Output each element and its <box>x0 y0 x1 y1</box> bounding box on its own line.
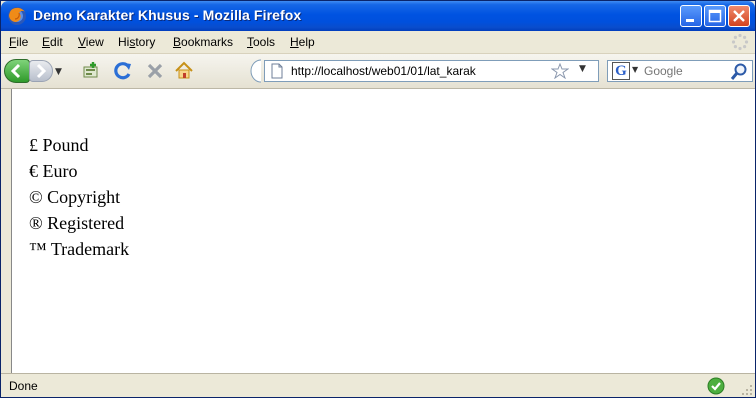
menu-view[interactable]: View <box>78 35 104 49</box>
status-bar: Done <box>1 373 755 397</box>
reload-icon[interactable] <box>112 60 134 82</box>
content-line-copyright: © Copyright <box>29 187 121 207</box>
search-box[interactable]: G ▼ <box>607 60 753 82</box>
menu-bookmarks[interactable]: Bookmarks <box>173 35 233 49</box>
minimize-button[interactable] <box>680 5 702 27</box>
address-bar-end <box>250 59 262 83</box>
page-icon <box>271 63 283 79</box>
close-icon <box>733 10 745 22</box>
home-icon[interactable] <box>173 60 195 82</box>
add-bookmark-icon[interactable] <box>80 60 102 82</box>
minimize-icon <box>686 19 694 22</box>
stop-icon[interactable] <box>144 60 166 82</box>
back-icon <box>10 63 21 79</box>
content-line-trademark: ™ Trademark <box>29 239 130 259</box>
url-dropdown[interactable]: ▼ <box>579 64 586 74</box>
back-button[interactable] <box>4 59 30 83</box>
navigation-toolbar: ▼ http://localhost/web01/01/lat_karak ▼ … <box>1 54 755 89</box>
search-input[interactable] <box>644 62 714 80</box>
content-line-registered: ® Registered <box>29 213 125 233</box>
maximize-icon <box>708 9 722 23</box>
content-line-pound: £ Pound <box>29 135 89 155</box>
google-icon[interactable]: G <box>612 62 630 80</box>
menu-bar: File Edit View History Bookmarks Tools H… <box>1 31 755 54</box>
status-text: Done <box>9 379 38 393</box>
content-line-euro: € Euro <box>29 161 78 181</box>
throbber-icon <box>731 33 749 51</box>
resize-grip-icon[interactable] <box>741 384 753 396</box>
engine-dropdown[interactable]: ▼ <box>632 65 638 74</box>
page-content: £ Pound € Euro © Copyright ® Registered … <box>11 89 755 373</box>
menu-tools[interactable]: Tools <box>247 35 275 49</box>
forward-button[interactable] <box>29 60 53 82</box>
history-dropdown[interactable]: ▼ <box>55 67 62 77</box>
search-icon[interactable] <box>729 62 749 82</box>
maximize-button[interactable] <box>704 5 726 27</box>
menu-edit[interactable]: Edit <box>42 35 63 49</box>
star-icon[interactable] <box>551 63 569 79</box>
url-text[interactable]: http://localhost/web01/01/lat_karak <box>291 64 551 78</box>
forward-icon <box>36 63 47 79</box>
menu-history[interactable]: History <box>118 35 155 49</box>
title-bar[interactable]: Demo Karakter Khusus - Mozilla Firefox <box>1 1 755 31</box>
address-bar[interactable]: http://localhost/web01/01/lat_karak ▼ <box>264 60 599 82</box>
menu-help[interactable]: Help <box>290 35 315 49</box>
close-button[interactable] <box>728 5 750 27</box>
status-ok-icon <box>707 377 725 395</box>
menu-file[interactable]: File <box>9 35 28 49</box>
browser-window: Demo Karakter Khusus - Mozilla Firefox F… <box>0 0 756 398</box>
window-title: Demo Karakter Khusus - Mozilla Firefox <box>33 7 302 23</box>
firefox-icon <box>8 7 26 25</box>
